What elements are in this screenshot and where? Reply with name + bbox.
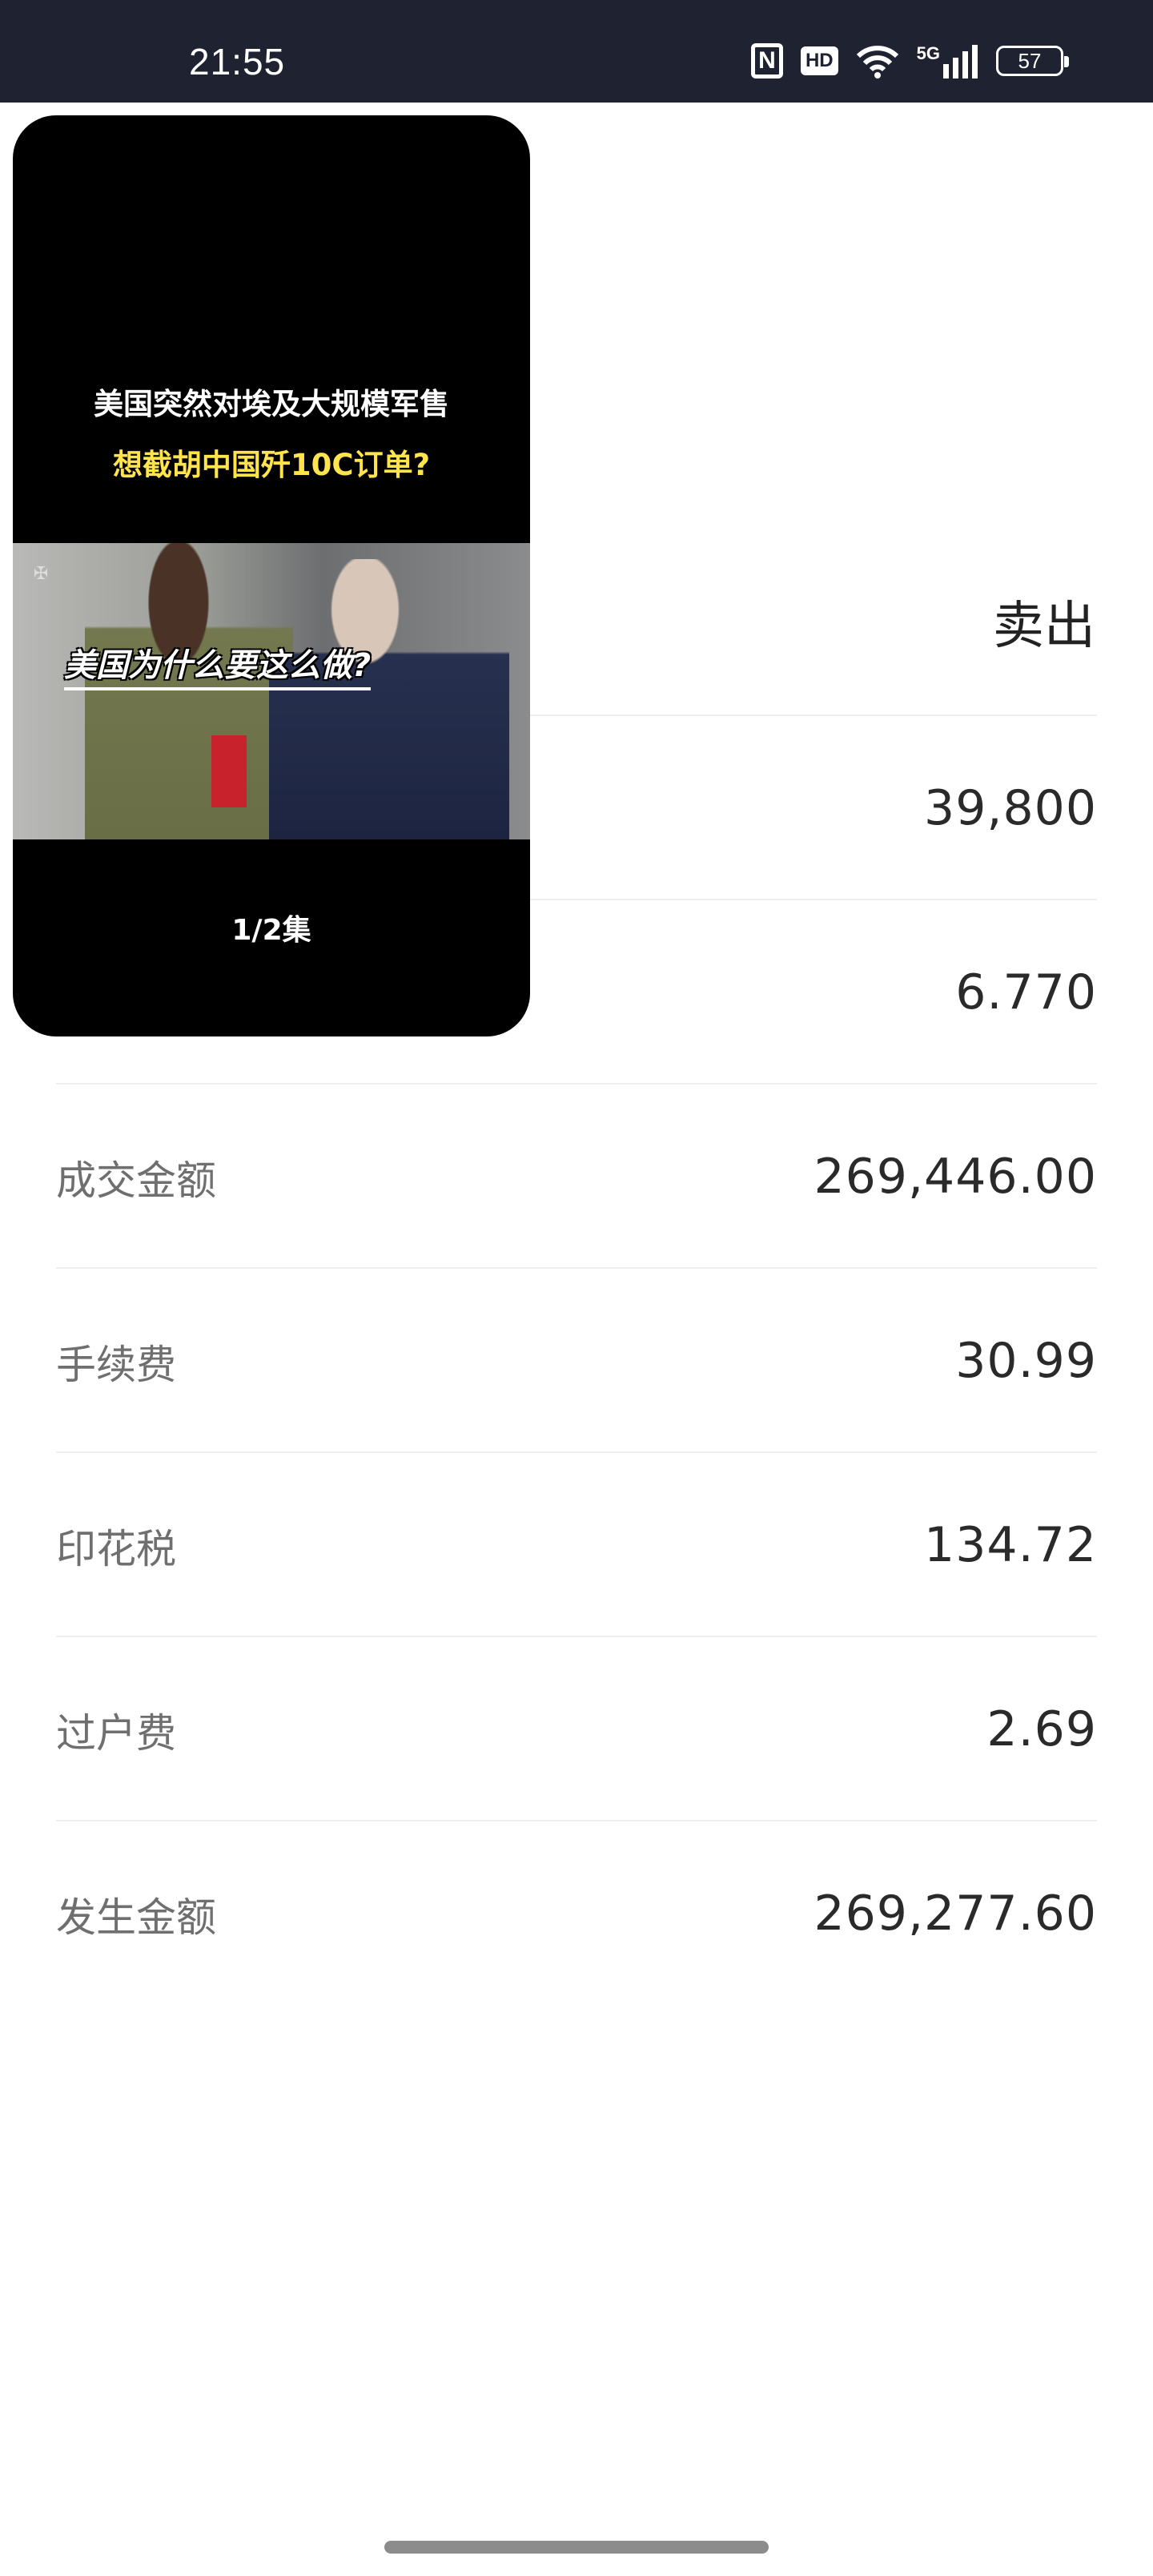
status-bar: 21:55 N HD 5G 57: [0, 0, 1153, 103]
nfc-icon: N: [750, 43, 783, 78]
row-label: 手续费: [56, 1342, 176, 1388]
row-label: 成交金额: [56, 1157, 216, 1204]
video-title-line2: 想截胡中国歼10C订单?: [112, 448, 431, 482]
battery-level: 57: [1018, 48, 1042, 73]
wifi-icon: [856, 43, 899, 78]
video-episode-label: 1/2集: [231, 914, 311, 947]
signal-5g-icon: 5G: [917, 43, 978, 78]
video-caption: 美国为什么要这么做?: [64, 639, 372, 690]
row-label: 发生金额: [56, 1894, 216, 1941]
row-value: 269,277.60: [814, 1886, 1097, 1942]
row-value: 2.69: [986, 1701, 1097, 1757]
row-value: 134.72: [924, 1517, 1097, 1573]
status-icons: N HD 5G 57: [750, 43, 1069, 78]
floating-video-player[interactable]: 美国突然对埃及大规模军售 想截胡中国歼10C订单? ✠ 美国为什么要这么做? 1…: [13, 115, 530, 1036]
hd-icon: HD: [800, 46, 838, 75]
video-title-line1: 美国突然对埃及大规模军售: [94, 387, 449, 421]
video-frame[interactable]: ✠ 美国为什么要这么做?: [13, 543, 530, 839]
row-value: 39,800: [924, 780, 1097, 836]
row-label: 印花税: [56, 1526, 176, 1572]
detail-row-amount: 成交金额 269,446.00: [56, 1083, 1097, 1267]
channel-logo-icon: ✠: [34, 564, 49, 584]
network-type-label: 5G: [916, 43, 940, 63]
row-value: 30.99: [955, 1333, 1097, 1389]
video-frame-badge: [211, 735, 247, 807]
detail-row-net-amount: 发生金额 269,277.60: [56, 1820, 1097, 2004]
detail-row-transfer-fee: 过户费 2.69: [56, 1636, 1097, 1820]
detail-row-commission: 手续费 30.99: [56, 1267, 1097, 1451]
status-time: 21:55: [189, 41, 286, 83]
trade-direction-label: 卖出: [993, 597, 1095, 656]
video-frame-officer: [85, 543, 293, 839]
battery-icon: 57: [996, 46, 1069, 76]
row-value: 269,446.00: [814, 1149, 1097, 1205]
video-frame-man: [269, 559, 509, 839]
home-indicator[interactable]: [384, 2541, 769, 2554]
row-value: 6.770: [955, 964, 1097, 1020]
detail-row-stamp-tax: 印花税 134.72: [56, 1451, 1097, 1636]
row-label: 过户费: [56, 1710, 176, 1757]
